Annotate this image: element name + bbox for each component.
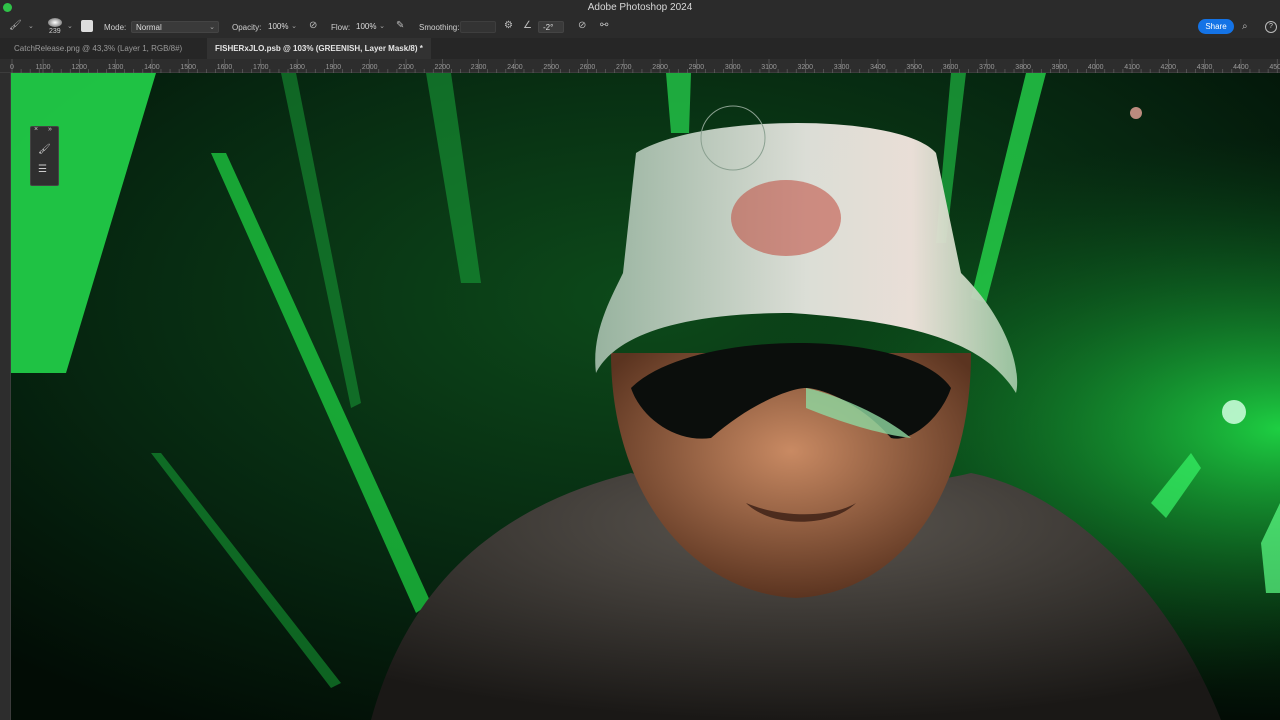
collapse-icon[interactable]: » [48, 126, 52, 133]
smoothing-field[interactable] [460, 21, 496, 33]
brush-icon[interactable]: 🖌 [9, 20, 22, 31]
smoothing-label: Smoothing: [419, 23, 460, 32]
angle-icon: ∠ [523, 20, 532, 31]
floating-toolbar[interactable]: × » 🖌 ☰ [30, 126, 59, 186]
tab-catchrelease[interactable]: CatchRelease.png @ 43,3% (Layer 1, RGB/8… [6, 38, 190, 59]
flow-label: Flow: [331, 23, 351, 32]
brush-dropdown-chevron-icon[interactable]: ⌄ [28, 22, 34, 30]
opacity-field[interactable]: 100% ⌄ [264, 21, 300, 33]
mode-select[interactable]: Normal ⌄ [131, 21, 219, 33]
flow-field[interactable]: 100% ⌄ [352, 21, 388, 33]
pressure-icon[interactable]: ⊘ [309, 20, 317, 31]
search-icon[interactable]: ⌕ [1242, 21, 1248, 32]
gear-icon[interactable]: ⚙ [504, 20, 513, 31]
title-bar: Adobe Photoshop 2024 [0, 0, 1280, 16]
document-tabs: CatchRelease.png @ 43,3% (Layer 1, RGB/8… [0, 38, 1280, 59]
brush-preset-icon[interactable] [48, 18, 62, 27]
brush-settings-panel-icon[interactable] [81, 20, 93, 32]
window-title: Adobe Photoshop 2024 [587, 2, 693, 13]
opacity-label: Opacity: [232, 23, 262, 32]
brush-preset-chevron-icon[interactable]: ⌄ [67, 22, 73, 30]
vertical-ruler[interactable] [0, 73, 11, 720]
options-bar: 🖌 ⌄ 239 ⌄ Mode: Normal ⌄ Opacity: 100% ⌄ ⊘… [0, 16, 1280, 38]
airbrush-icon[interactable]: ✎ [396, 20, 404, 31]
share-button[interactable]: Share [1198, 19, 1234, 34]
brush-size: 239 [49, 28, 61, 35]
close-icon[interactable]: × [34, 126, 38, 133]
horizontal-ruler[interactable]: 0110012001300140015001600170018001900200… [0, 59, 1280, 73]
image-canvas[interactable] [11, 73, 1280, 720]
sliders-icon[interactable]: ☰ [38, 164, 47, 175]
angle-field[interactable]: -2° [538, 21, 564, 33]
pressure-size-icon[interactable]: ⊘ [578, 20, 586, 31]
help-icon[interactable]: ? [1265, 21, 1277, 33]
ruler-tick-label: 4500 [1269, 64, 1280, 71]
photo [11, 73, 1280, 720]
mode-label: Mode: [104, 23, 127, 32]
tab-fisherxjlo[interactable]: FISHERxJLO.psb @ 103% (GREENISH, Layer M… [207, 38, 431, 59]
brush-icon[interactable]: 🖌 [38, 144, 51, 155]
butterfly-icon[interactable]: ⚯ [600, 20, 608, 31]
